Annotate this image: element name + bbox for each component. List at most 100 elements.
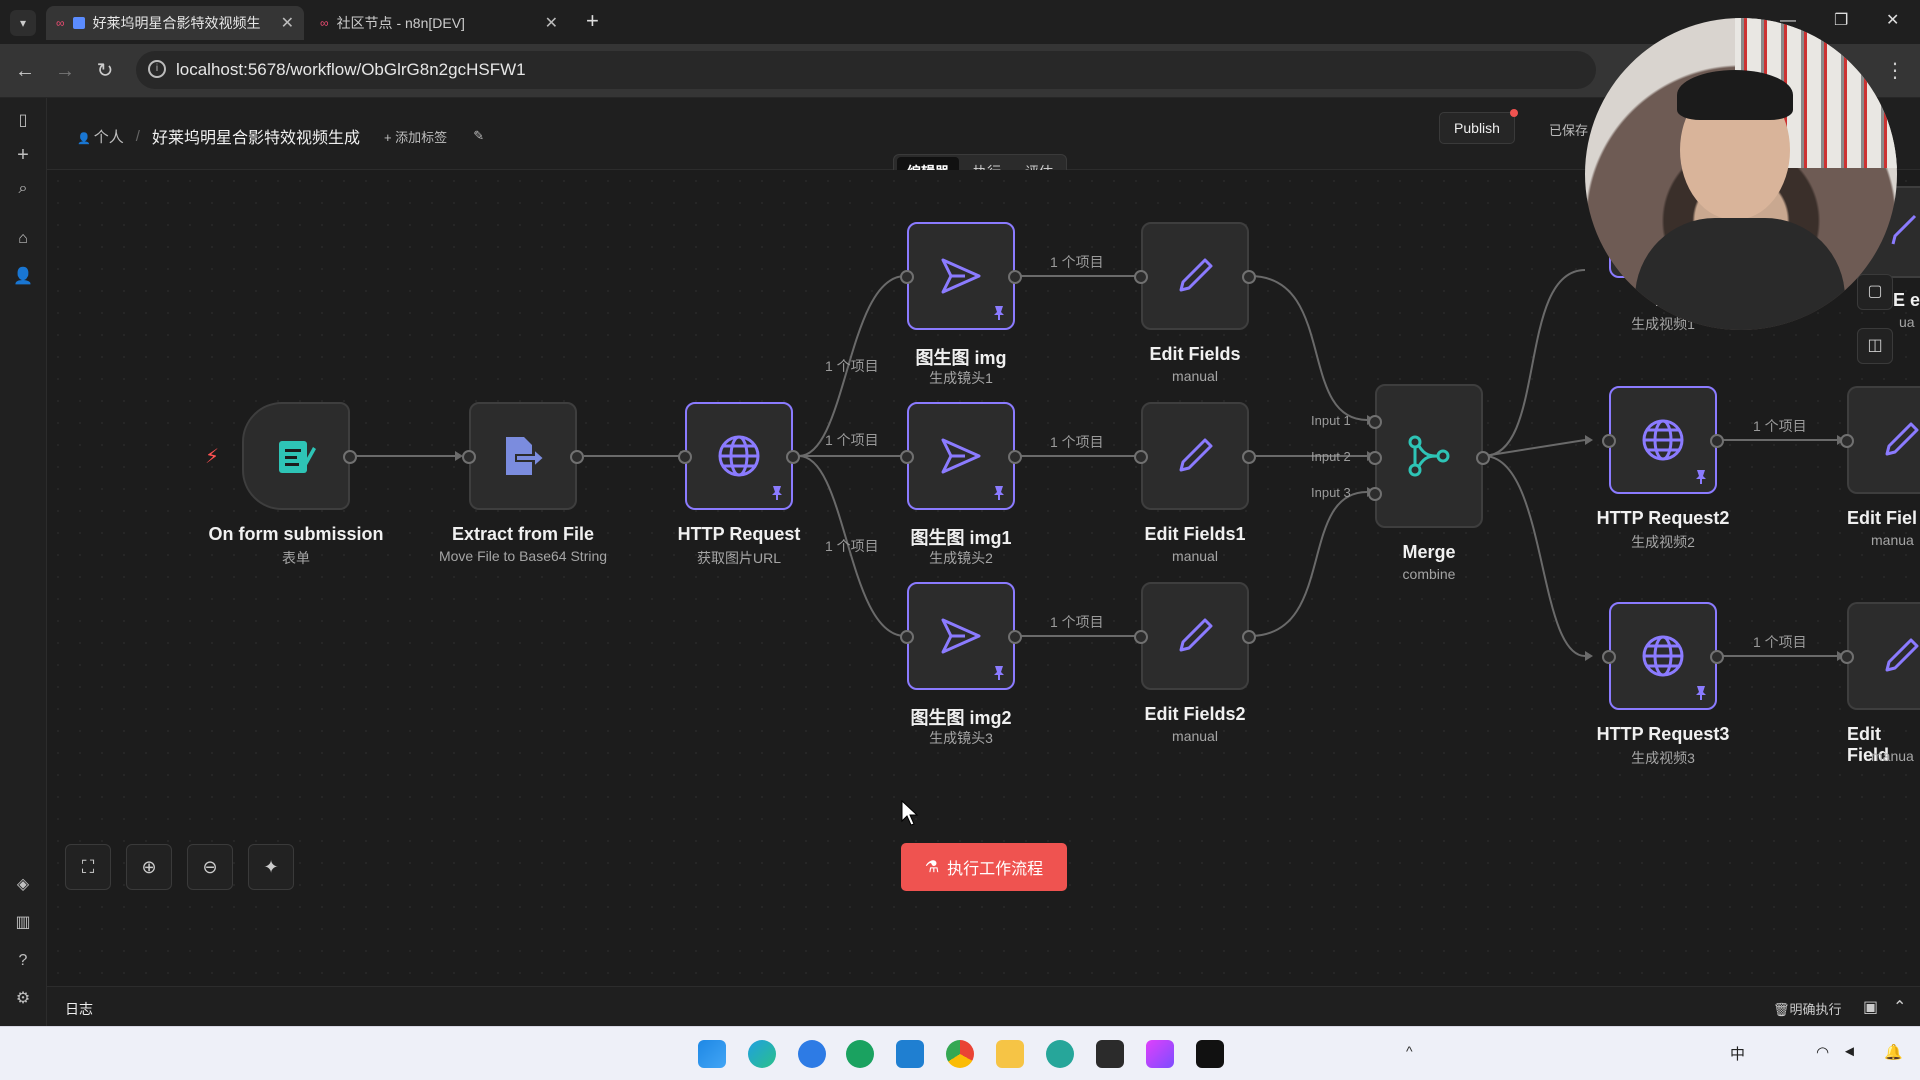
output-port[interactable] [1008,630,1022,644]
back-icon[interactable]: ← [12,58,38,84]
owner-link[interactable]: 👤 个人 [77,126,124,147]
edge-icon[interactable] [748,1040,776,1068]
n8n-logo-icon: ∞ [56,16,65,30]
user-icon[interactable]: 👤 [12,266,34,288]
tab-community-nodes[interactable]: ∞ 社区节点 - n8n[DEV] ✕ [310,6,568,40]
node-subtitle: manual [1172,368,1218,384]
output-port[interactable] [1242,630,1256,644]
node-subtitle: ua [1899,314,1915,330]
cloud-icon[interactable] [1046,1040,1074,1068]
chrome-icon[interactable] [946,1040,974,1068]
url-field[interactable]: i localhost:5678/workflow/ObGlrG8n2gcHSF… [136,51,1596,89]
folder-icon[interactable] [996,1040,1024,1068]
clear-execution-label: 明确执行 [1789,1002,1842,1017]
search-icon[interactable]: ⌕ [12,178,34,200]
popout-icon[interactable]: ▣ [1863,997,1878,1017]
run-workflow-button[interactable]: ⚗ 执行工作流程 [901,843,1067,891]
send-icon [941,438,981,474]
fit-view-icon[interactable]: ⛶ [65,844,111,890]
vscode-icon[interactable] [896,1040,924,1068]
workflow-name[interactable]: 好莱坞明星合影特效视频生成 [152,124,360,148]
zoom-in-icon[interactable]: ⊕ [126,844,172,890]
trigger-bolt-icon: ⚡ [205,446,220,468]
add-tag-button[interactable]: + 添加标签 [384,127,447,146]
output-port[interactable] [1008,270,1022,284]
output-port[interactable] [1242,450,1256,464]
node-http-request3[interactable] [1602,602,1724,710]
node-merge[interactable] [1368,384,1490,528]
node-title: Edit Fields [1149,344,1241,364]
output-port[interactable] [1476,451,1490,465]
start-icon[interactable] [698,1040,726,1068]
reload-icon[interactable]: ↻ [92,58,118,84]
camera-app-icon[interactable] [1196,1040,1224,1068]
clear-execution-button[interactable]: 🗑明确执行 [1773,999,1842,1018]
notification-icon[interactable]: 🔔 [1884,1043,1903,1061]
logs-label[interactable]: 日志 [65,999,93,1019]
publish-button[interactable]: Publish [1439,109,1518,144]
node-http-request2[interactable] [1602,386,1724,494]
app-icon[interactable] [798,1040,826,1068]
app-icon[interactable] [1146,1040,1174,1068]
volume-icon[interactable]: ◄ [1842,1043,1857,1060]
zoom-out-icon[interactable]: ⊖ [187,844,233,890]
node-edit-fields2[interactable] [1134,582,1256,690]
sticky-note-icon[interactable]: ▢ [1857,274,1893,310]
edit-description-icon[interactable]: ✎ [473,128,484,144]
toggle-sidebar-icon[interactable]: ▯ [12,110,34,132]
pencil-icon [1891,214,1917,245]
pin-icon [994,486,1004,500]
node-img1[interactable] [900,402,1022,510]
node-http-request[interactable] [678,402,800,510]
tab-workflow[interactable]: ∞ 好莱坞明星合影特效视频生 ✕ [46,6,304,40]
node-img2[interactable] [900,582,1022,690]
output-port[interactable] [570,450,584,464]
tidy-up-icon[interactable]: ✦ [248,844,294,890]
form-icon [279,441,316,473]
output-port[interactable] [343,450,357,464]
tab-title: 好莱坞明星合影特效视频生 [92,15,261,31]
forward-icon[interactable]: → [52,58,78,84]
help-icon[interactable]: ? [12,950,34,972]
ime-indicator[interactable]: 中 [1730,1043,1745,1064]
settings-icon[interactable]: ⚙ [12,988,34,1010]
output-port[interactable] [1242,270,1256,284]
node-subtitle: 表单 [282,550,310,566]
node-form-trigger[interactable] [242,402,357,510]
browser-tab-bar: ▾ ∞ 好莱坞明星合影特效视频生 ✕ ∞ 社区节点 - n8n[DEV] ✕ +… [0,0,1920,44]
expand-icon[interactable]: ⌃ [1893,997,1906,1017]
app-icon[interactable] [846,1040,874,1068]
node-edit-fields4[interactable] [1840,386,1920,494]
new-tab-icon[interactable]: + [586,8,599,34]
node-edit-fields[interactable] [1134,222,1256,330]
node-subtitle: combine [1402,566,1456,582]
node-subtitle: 生成镜头1 [929,370,993,386]
node-title: On form submission [208,524,384,544]
wifi-icon[interactable]: ◠ [1816,1043,1829,1061]
node-edit-fields5[interactable] [1840,602,1920,710]
insights-icon[interactable]: ▥ [12,912,34,934]
output-port[interactable] [1008,450,1022,464]
tray-chevron-icon[interactable]: ^ [1406,1043,1413,1059]
templates-icon[interactable]: ◈ [12,874,34,896]
node-title: Extract from File [451,524,595,544]
output-port[interactable] [1710,650,1724,664]
home-icon[interactable]: ⌂ [12,228,34,250]
person-hair [1677,70,1793,120]
output-port[interactable] [1710,434,1724,448]
tab-list-menu-icon[interactable]: ▾ [10,10,36,36]
close-tab-icon[interactable]: ✕ [281,13,294,33]
send-icon [941,618,981,654]
node-title: 图生图 img2 [910,708,1012,728]
node-edit-fields1[interactable] [1134,402,1256,510]
site-info-icon[interactable]: i [148,60,166,78]
terminal-icon[interactable] [1096,1040,1124,1068]
close-tab-icon[interactable]: ✕ [545,13,558,33]
node-extract-from-file[interactable] [462,402,584,510]
node-img[interactable] [900,222,1022,330]
panel-toggle-icon[interactable]: ◫ [1857,328,1893,364]
add-icon[interactable]: + [12,144,34,166]
node-subtitle: 生成镜头3 [929,730,993,746]
pencil-icon [1885,638,1919,672]
output-port[interactable] [786,450,800,464]
